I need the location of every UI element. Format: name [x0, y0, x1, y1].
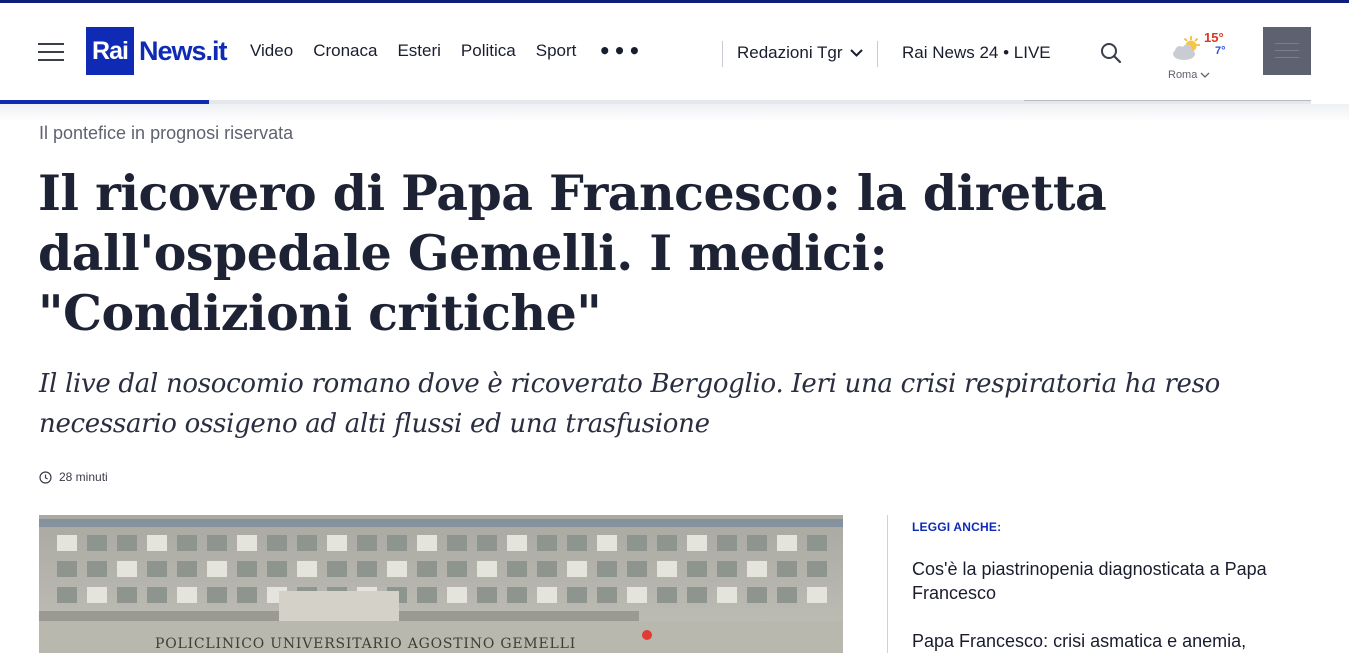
clock-icon: [39, 470, 52, 484]
weather-sun-cloud-icon: [1173, 36, 1200, 60]
redazioni-label: Redazioni Tgr: [737, 43, 843, 62]
article-time: 28 minuti: [59, 470, 108, 484]
redazioni-dropdown[interactable]: Redazioni Tgr: [737, 43, 863, 63]
main-nav: Video Cronaca Esteri Politica Sport •••: [250, 41, 643, 61]
hospital-sign: POLICLINICO UNIVERSITARIO AGOSTINO GEMEL…: [155, 636, 576, 652]
header-right-rule: [1024, 100, 1311, 101]
related-link[interactable]: Papa Francesco: crisi asmatica e anemia,: [912, 629, 1322, 653]
nav-item-cronaca[interactable]: Cronaca: [313, 41, 377, 61]
temp-low: 7°: [1215, 45, 1226, 57]
chevron-down-icon: [1200, 72, 1210, 78]
nav-divider: [877, 41, 878, 67]
related-heading: LEGGI ANCHE:: [912, 520, 1002, 534]
weather-city: Roma: [1168, 69, 1198, 81]
chevron-down-icon: [849, 49, 863, 57]
menu-grid-icon[interactable]: [1263, 27, 1311, 75]
weather-widget[interactable]: 15° 7° Roma: [1163, 29, 1233, 85]
nav-item-sport[interactable]: Sport: [536, 41, 577, 61]
nav-item-video[interactable]: Video: [250, 41, 293, 61]
search-icon[interactable]: [1099, 41, 1123, 65]
article-title: Il ricovero di Papa Francesco: la dirett…: [38, 164, 1107, 342]
related-link[interactable]: Cos'è la piastrinopenia diagnosticata a …: [912, 557, 1322, 605]
nav-divider: [722, 41, 723, 67]
nav-item-politica[interactable]: Politica: [461, 41, 516, 61]
aside-divider: [887, 515, 888, 653]
logo-rai: Rai: [86, 27, 134, 75]
hamburger-icon[interactable]: [38, 41, 64, 63]
site-header: Rai News.it Video Cronaca Esteri Politic…: [0, 3, 1349, 103]
article-hero-image[interactable]: POLICLINICO UNIVERSITARIO AGOSTINO GEMEL…: [39, 515, 843, 653]
article-timestamp: 28 minuti: [39, 470, 108, 484]
header-shadow: [0, 104, 1349, 122]
nav-item-esteri[interactable]: Esteri: [397, 41, 440, 61]
article-subtitle: Il live dal nosocomio romano dove è rico…: [39, 369, 1221, 439]
rainews24-live-link[interactable]: Rai News 24 • LIVE: [902, 43, 1051, 63]
rainews-logo[interactable]: Rai News.it: [86, 27, 228, 75]
logo-news: News.it: [139, 35, 228, 66]
temp-high: 15°: [1204, 30, 1224, 45]
weather-city-select[interactable]: Roma: [1168, 69, 1210, 81]
article-kicker: Il pontefice in prognosi riservata: [39, 123, 294, 143]
more-menu-icon[interactable]: •••: [598, 41, 642, 61]
